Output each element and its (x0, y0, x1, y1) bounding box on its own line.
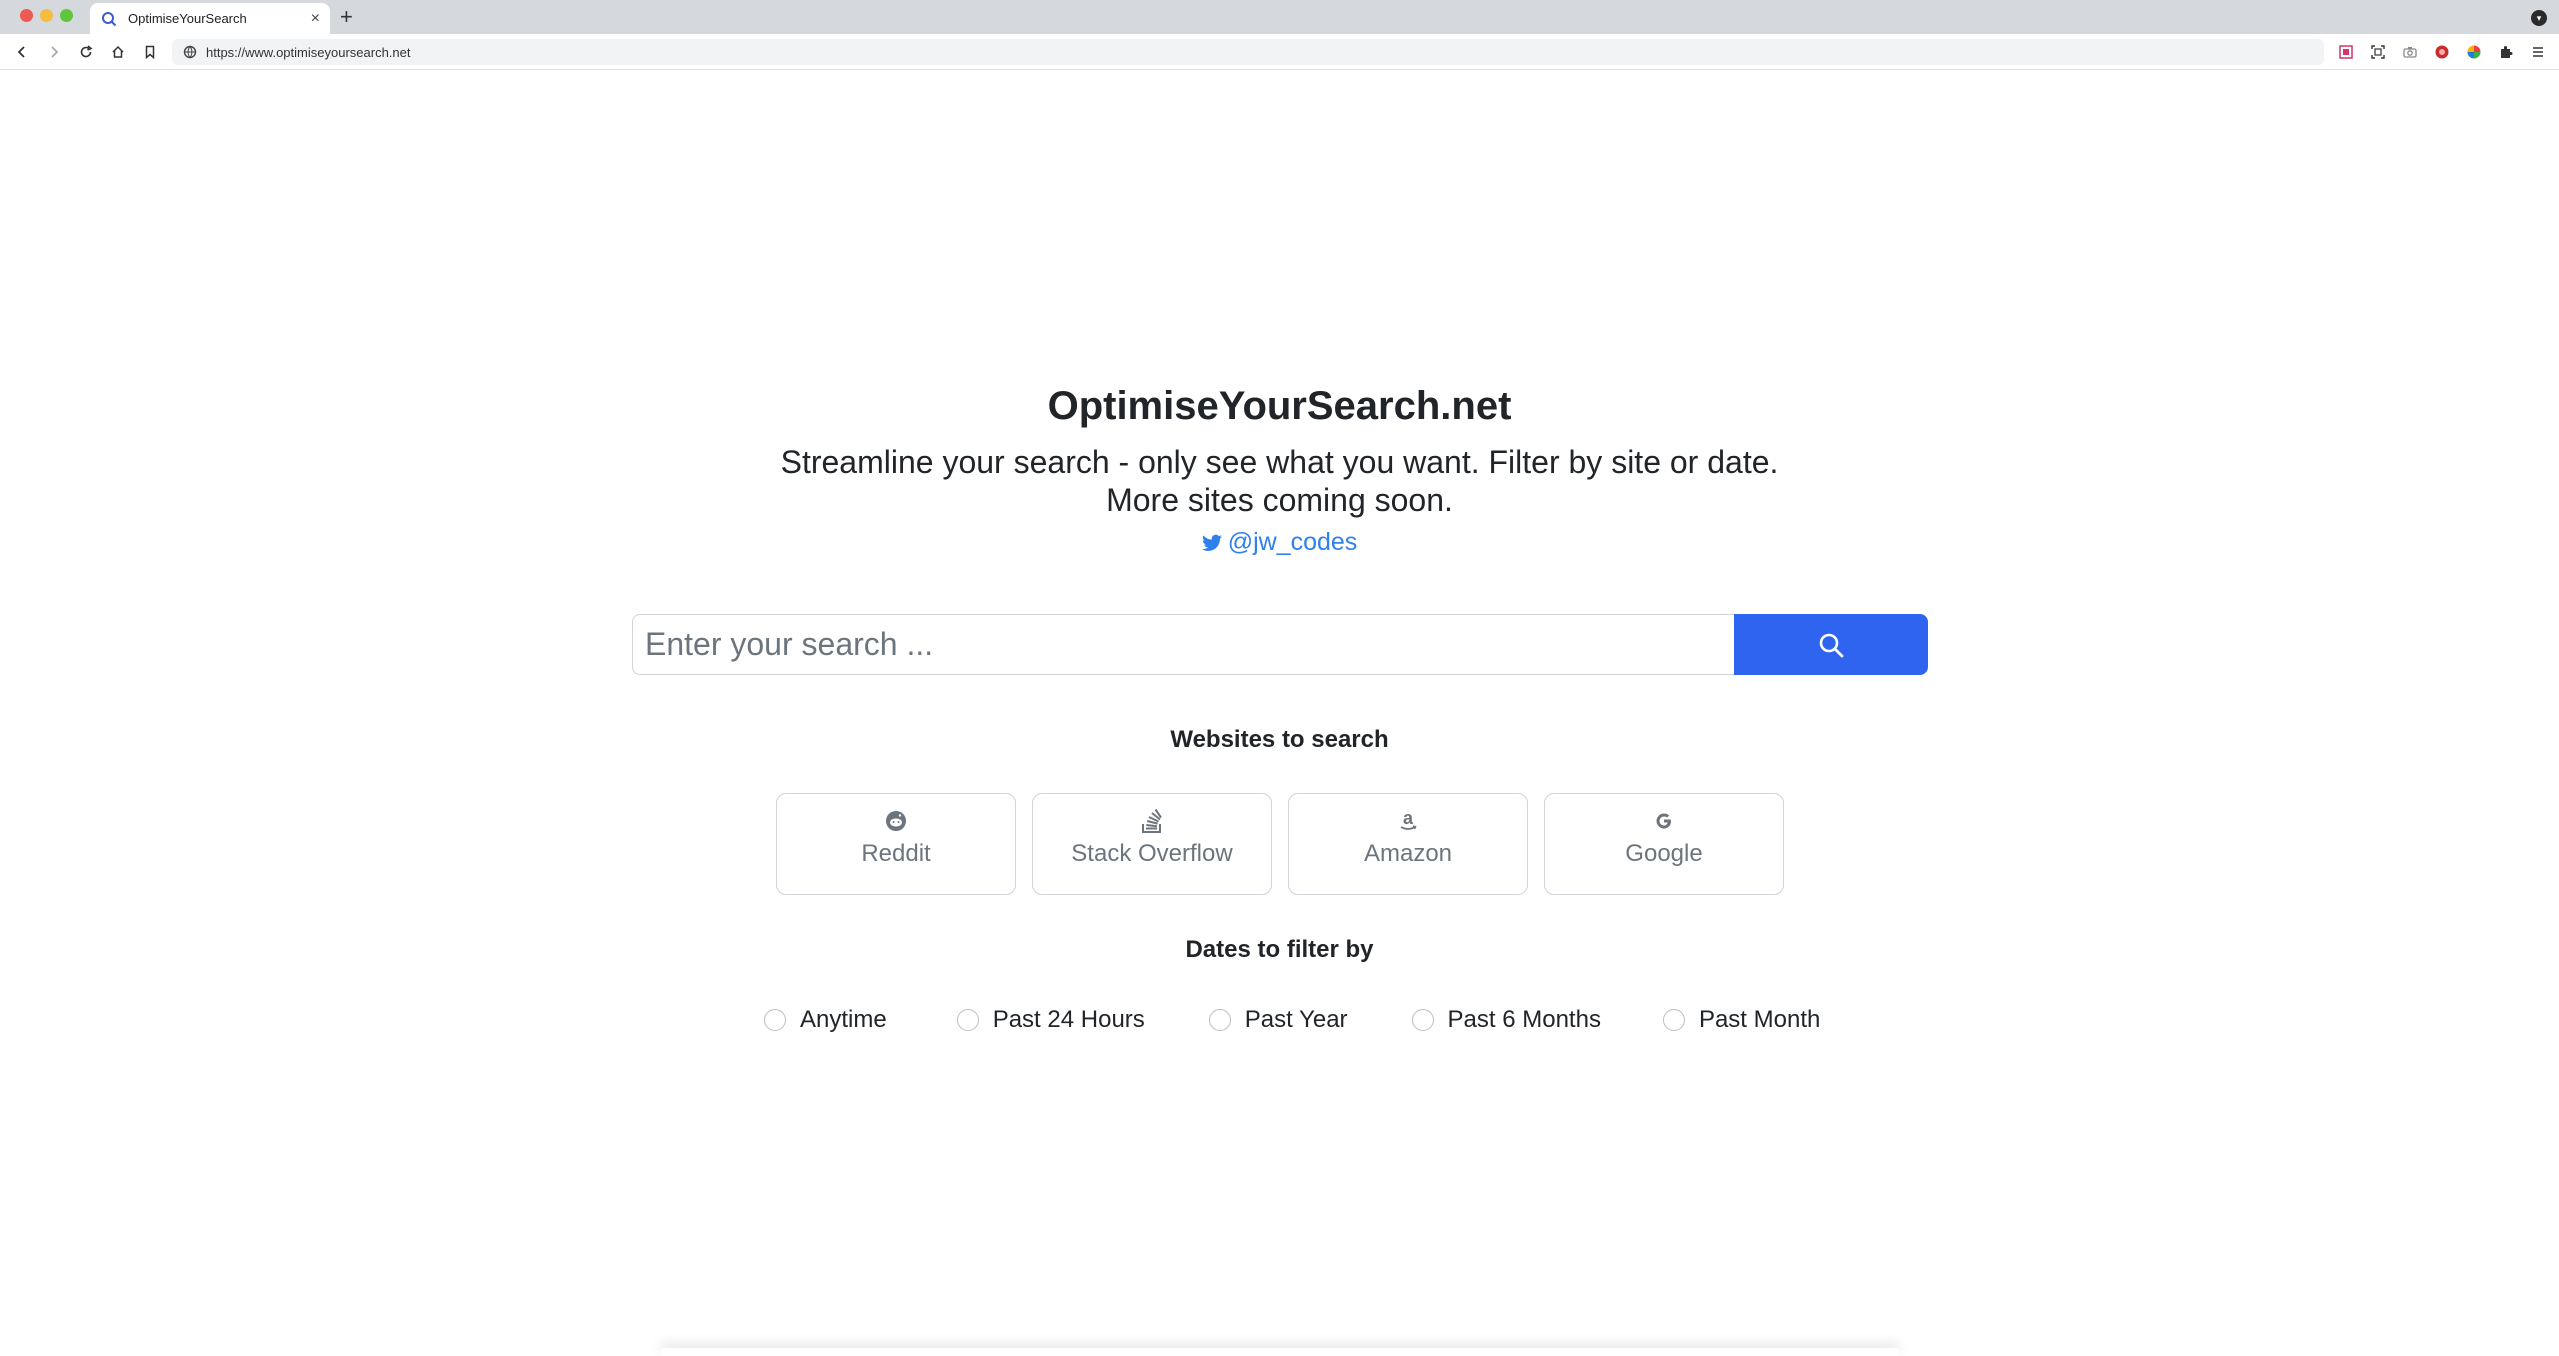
date-option-anytime[interactable]: Anytime (764, 1006, 887, 1034)
site-info-icon[interactable] (182, 44, 198, 60)
radio-button[interactable] (1208, 1009, 1231, 1031)
camera-icon[interactable] (2402, 44, 2418, 60)
browser-tab[interactable]: OptimiseYourSearch × (90, 3, 330, 34)
tab-close-icon[interactable]: × (311, 10, 320, 27)
stack-overflow-icon (1140, 808, 1164, 834)
date-option-past-24-hours[interactable]: Past 24 Hours (956, 1006, 1145, 1034)
dates-heading: Dates to filter by (1185, 936, 1374, 963)
back-icon[interactable] (12, 42, 32, 62)
forward-icon[interactable] (44, 42, 64, 62)
site-option-google[interactable]: Google (1544, 793, 1784, 895)
color-picker-icon[interactable] (2466, 44, 2482, 60)
date-option-past-6-months[interactable]: Past 6 Months (1411, 1006, 1601, 1034)
date-option-label: Past 24 Hours (992, 1006, 1145, 1033)
search-input[interactable] (632, 614, 1734, 675)
sites-heading: Websites to search (1170, 726, 1389, 753)
tagline-line-2: More sites coming soon. (1106, 482, 1453, 518)
date-option-past-year[interactable]: Past Year (1208, 1006, 1348, 1034)
browser-tab-strip: OptimiseYourSearch × + ▾ (0, 0, 2559, 34)
site-label: Amazon (1363, 840, 1453, 867)
svg-text:a: a (1403, 809, 1414, 828)
radio-button[interactable] (1411, 1009, 1434, 1031)
twitter-icon (1201, 534, 1222, 551)
tagline-line-1: Streamline your search - only see what y… (780, 444, 1779, 480)
site-label: Stack Overflow (1071, 840, 1233, 867)
window-close-button[interactable] (20, 9, 33, 22)
search-form (632, 614, 1928, 675)
profile-extension-icon[interactable] (2434, 44, 2450, 60)
window-minimize-button[interactable] (40, 9, 53, 22)
site-option-amazon[interactable]: a Amazon (1288, 793, 1528, 895)
radio-button[interactable] (764, 1009, 786, 1031)
url-text: https://www.optimiseyoursearch.net (206, 44, 411, 60)
site-label: Google (1625, 840, 1703, 867)
date-option-past-month[interactable]: Past Month (1662, 1006, 1821, 1034)
bookmark-icon[interactable] (140, 42, 160, 62)
site-option-stack-overflow[interactable]: Stack Overflow (1032, 793, 1272, 895)
radio-button[interactable] (956, 1009, 979, 1031)
site-options: Reddit Stack Overflow a Amazon Google (776, 793, 1784, 895)
date-option-label: Past Month (1698, 1006, 1821, 1033)
site-favicon-icon (100, 10, 118, 28)
screenshot-icon[interactable] (2370, 44, 2386, 60)
reload-icon[interactable] (76, 42, 96, 62)
address-bar[interactable]: https://www.optimiseyoursearch.net (172, 39, 2324, 65)
page-title: OptimiseYourSearch.net (1047, 384, 1512, 428)
search-icon (1819, 633, 1844, 657)
site-label: Reddit (861, 840, 931, 867)
date-option-label: Past 6 Months (1447, 1006, 1601, 1033)
browser-toolbar: https://www.optimiseyoursearch.net (0, 34, 2559, 70)
amazon-icon: a (1397, 808, 1419, 834)
tab-list-menu-icon[interactable]: ▾ (2531, 10, 2547, 26)
radio-button[interactable] (1662, 1009, 1685, 1031)
home-icon[interactable] (108, 42, 128, 62)
bottom-edge-shadow (660, 1348, 1900, 1356)
tab-title: OptimiseYourSearch (128, 11, 247, 26)
twitter-handle: @jw_codes (1227, 528, 1358, 556)
google-icon (1654, 808, 1674, 834)
date-option-label: Past Year (1244, 1006, 1348, 1033)
twitter-link[interactable]: @jw_codes (0, 528, 2559, 557)
reddit-icon (885, 808, 907, 834)
menu-icon[interactable] (2530, 44, 2546, 60)
date-option-label: Anytime (800, 1006, 887, 1033)
qr-code-icon[interactable] (2338, 44, 2354, 60)
site-option-reddit[interactable]: Reddit (776, 793, 1016, 895)
extensions-puzzle-icon[interactable] (2498, 44, 2514, 60)
search-button[interactable] (1734, 614, 1928, 675)
new-tab-button[interactable]: + (340, 6, 353, 28)
window-maximize-button[interactable] (60, 9, 73, 22)
date-filter-options: Anytime Past 24 Hours Past Year Past 6 M… (764, 1006, 1820, 1034)
